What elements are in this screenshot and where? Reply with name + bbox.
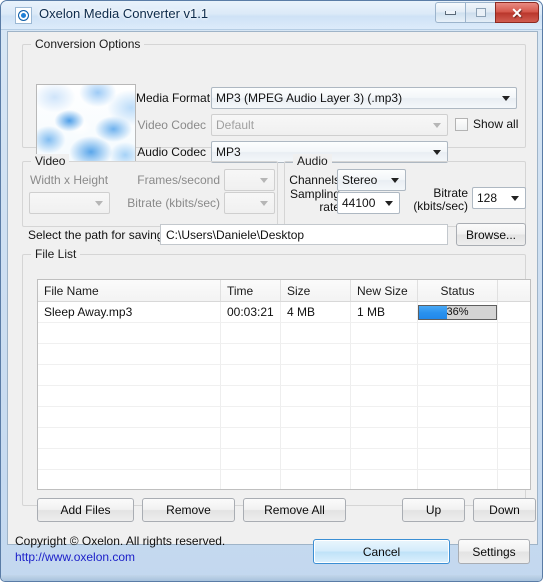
chevron-down-icon <box>385 201 393 206</box>
channels-label: Channels <box>289 173 340 187</box>
video-bitrate-label: Bitrate (kbits/sec) <box>127 196 220 210</box>
video-legend: Video <box>31 154 70 168</box>
show-all-label: Show all <box>473 117 519 131</box>
video-bitrate-select <box>224 192 275 214</box>
column-header-size[interactable]: Size <box>281 280 351 301</box>
column-header-time[interactable]: Time <box>221 280 281 301</box>
audio-bitrate-label-line1: Bitrate <box>433 186 468 200</box>
column-header-status[interactable]: Status <box>418 280 498 301</box>
show-all-checkbox[interactable]: Show all <box>455 117 518 131</box>
browse-button[interactable]: Browse... <box>456 223 526 246</box>
list-item[interactable] <box>38 449 530 470</box>
save-path-input[interactable]: C:\Users\Daniele\Desktop <box>160 224 448 245</box>
list-item[interactable] <box>38 365 530 386</box>
audio-legend: Audio <box>293 154 332 168</box>
progress-fill <box>419 305 447 319</box>
chevron-down-icon <box>260 201 268 206</box>
column-header-file-name[interactable]: File Name <box>38 280 221 301</box>
column-header-spacer <box>498 280 530 301</box>
chevron-down-icon <box>433 123 441 128</box>
app-logo-icon <box>15 7 32 24</box>
remove-all-button[interactable]: Remove All <box>243 498 346 522</box>
audio-bitrate-select[interactable]: 128 <box>472 187 526 209</box>
close-button[interactable]: ✕ <box>495 2 539 23</box>
sampling-rate-label-line1: Sampling <box>289 187 340 201</box>
chevron-down-icon <box>391 178 399 183</box>
media-format-select[interactable]: MP3 (MPEG Audio Layer 3) (.mp3) <box>211 87 517 109</box>
client-area: Conversion Options Media Format MP3 (MPE… <box>7 31 538 545</box>
file-list-table[interactable]: File Name Time Size New Size Status Slee… <box>37 279 531 490</box>
list-item[interactable] <box>38 344 530 365</box>
audio-codec-value: MP3 <box>216 145 241 159</box>
video-codec-select: Default <box>211 114 448 136</box>
width-height-label: Width x Height <box>30 173 109 187</box>
list-item[interactable] <box>38 386 530 407</box>
website-link[interactable]: http://www.oxelon.com <box>15 550 135 564</box>
move-down-button[interactable]: Down <box>473 498 536 522</box>
video-codec-value: Default <box>216 118 255 132</box>
media-format-label: Media Format <box>136 91 211 105</box>
cell-file-name: Sleep Away.mp3 <box>38 302 221 323</box>
channels-value: Stereo <box>342 173 378 187</box>
chevron-down-icon <box>511 196 519 201</box>
chevron-down-icon <box>260 178 268 183</box>
audio-bitrate-label-line2: (kbits/sec) <box>413 199 468 213</box>
cell-size: 4 MB <box>281 302 351 323</box>
checkbox-box-icon <box>455 117 468 131</box>
frames-per-second-label: Frames/second <box>137 173 220 187</box>
add-files-button[interactable]: Add Files <box>37 498 134 522</box>
width-height-select <box>29 192 110 214</box>
maximize-button[interactable] <box>465 2 495 23</box>
sampling-rate-label-line2: rate <box>319 200 340 214</box>
progress-label: 36% <box>446 306 469 318</box>
list-item[interactable] <box>38 323 530 344</box>
settings-button[interactable]: Settings <box>458 539 530 564</box>
save-path-label: Select the path for saving: <box>28 228 167 242</box>
sampling-rate-select[interactable]: 44100 <box>337 192 400 214</box>
file-list-legend: File List <box>31 247 81 261</box>
frames-per-second-select <box>224 169 275 191</box>
file-list-header-row: File Name Time Size New Size Status <box>38 280 530 302</box>
remove-button[interactable]: Remove <box>142 498 235 522</box>
save-path-value: C:\Users\Daniele\Desktop <box>166 227 305 242</box>
window-title: Oxelon Media Converter v1.1 <box>39 6 209 21</box>
window-bottom-edge <box>1 575 542 581</box>
table-row[interactable]: Sleep Away.mp3 00:03:21 4 MB 1 MB 36% <box>38 302 530 323</box>
list-item[interactable] <box>38 428 530 449</box>
list-item[interactable] <box>38 407 530 428</box>
cell-status: 36% <box>418 302 498 323</box>
minimize-icon <box>445 10 456 15</box>
media-format-value: MP3 (MPEG Audio Layer 3) (.mp3) <box>216 91 403 105</box>
cell-time: 00:03:21 <box>221 302 281 323</box>
status-progress-bar: 36% <box>418 304 497 320</box>
chevron-down-icon <box>95 201 103 206</box>
file-list-group: File List File Name Time Size New Size S… <box>22 247 536 522</box>
audio-bitrate-value: 128 <box>477 191 498 205</box>
list-item[interactable] <box>38 470 530 489</box>
chevron-down-icon <box>502 96 510 101</box>
chevron-down-icon <box>433 150 441 155</box>
audio-codec-label: Audio Codec <box>137 145 206 159</box>
close-icon: ✕ <box>511 4 523 21</box>
column-header-new-size[interactable]: New Size <box>351 280 418 301</box>
cancel-button[interactable]: Cancel <box>313 539 450 564</box>
application-window: Oxelon Media Converter v1.1 ✕ Conversion… <box>0 0 543 582</box>
title-bar[interactable]: Oxelon Media Converter v1.1 ✕ <box>1 1 542 30</box>
conversion-options-legend: Conversion Options <box>31 37 145 51</box>
copyright-text: Copyright © Oxelon. All rights reserved. <box>15 534 226 548</box>
move-up-button[interactable]: Up <box>402 498 465 522</box>
minimize-button[interactable] <box>435 2 465 23</box>
cell-spacer <box>498 302 530 323</box>
media-preview-thumbnail <box>36 84 136 162</box>
channels-select[interactable]: Stereo <box>337 169 406 191</box>
maximize-icon <box>475 8 486 17</box>
video-codec-label: Video Codec <box>137 118 207 132</box>
footer: Copyright © Oxelon. All rights reserved.… <box>7 531 538 577</box>
sampling-rate-value: 44100 <box>342 196 376 210</box>
cell-new-size: 1 MB <box>351 302 418 323</box>
